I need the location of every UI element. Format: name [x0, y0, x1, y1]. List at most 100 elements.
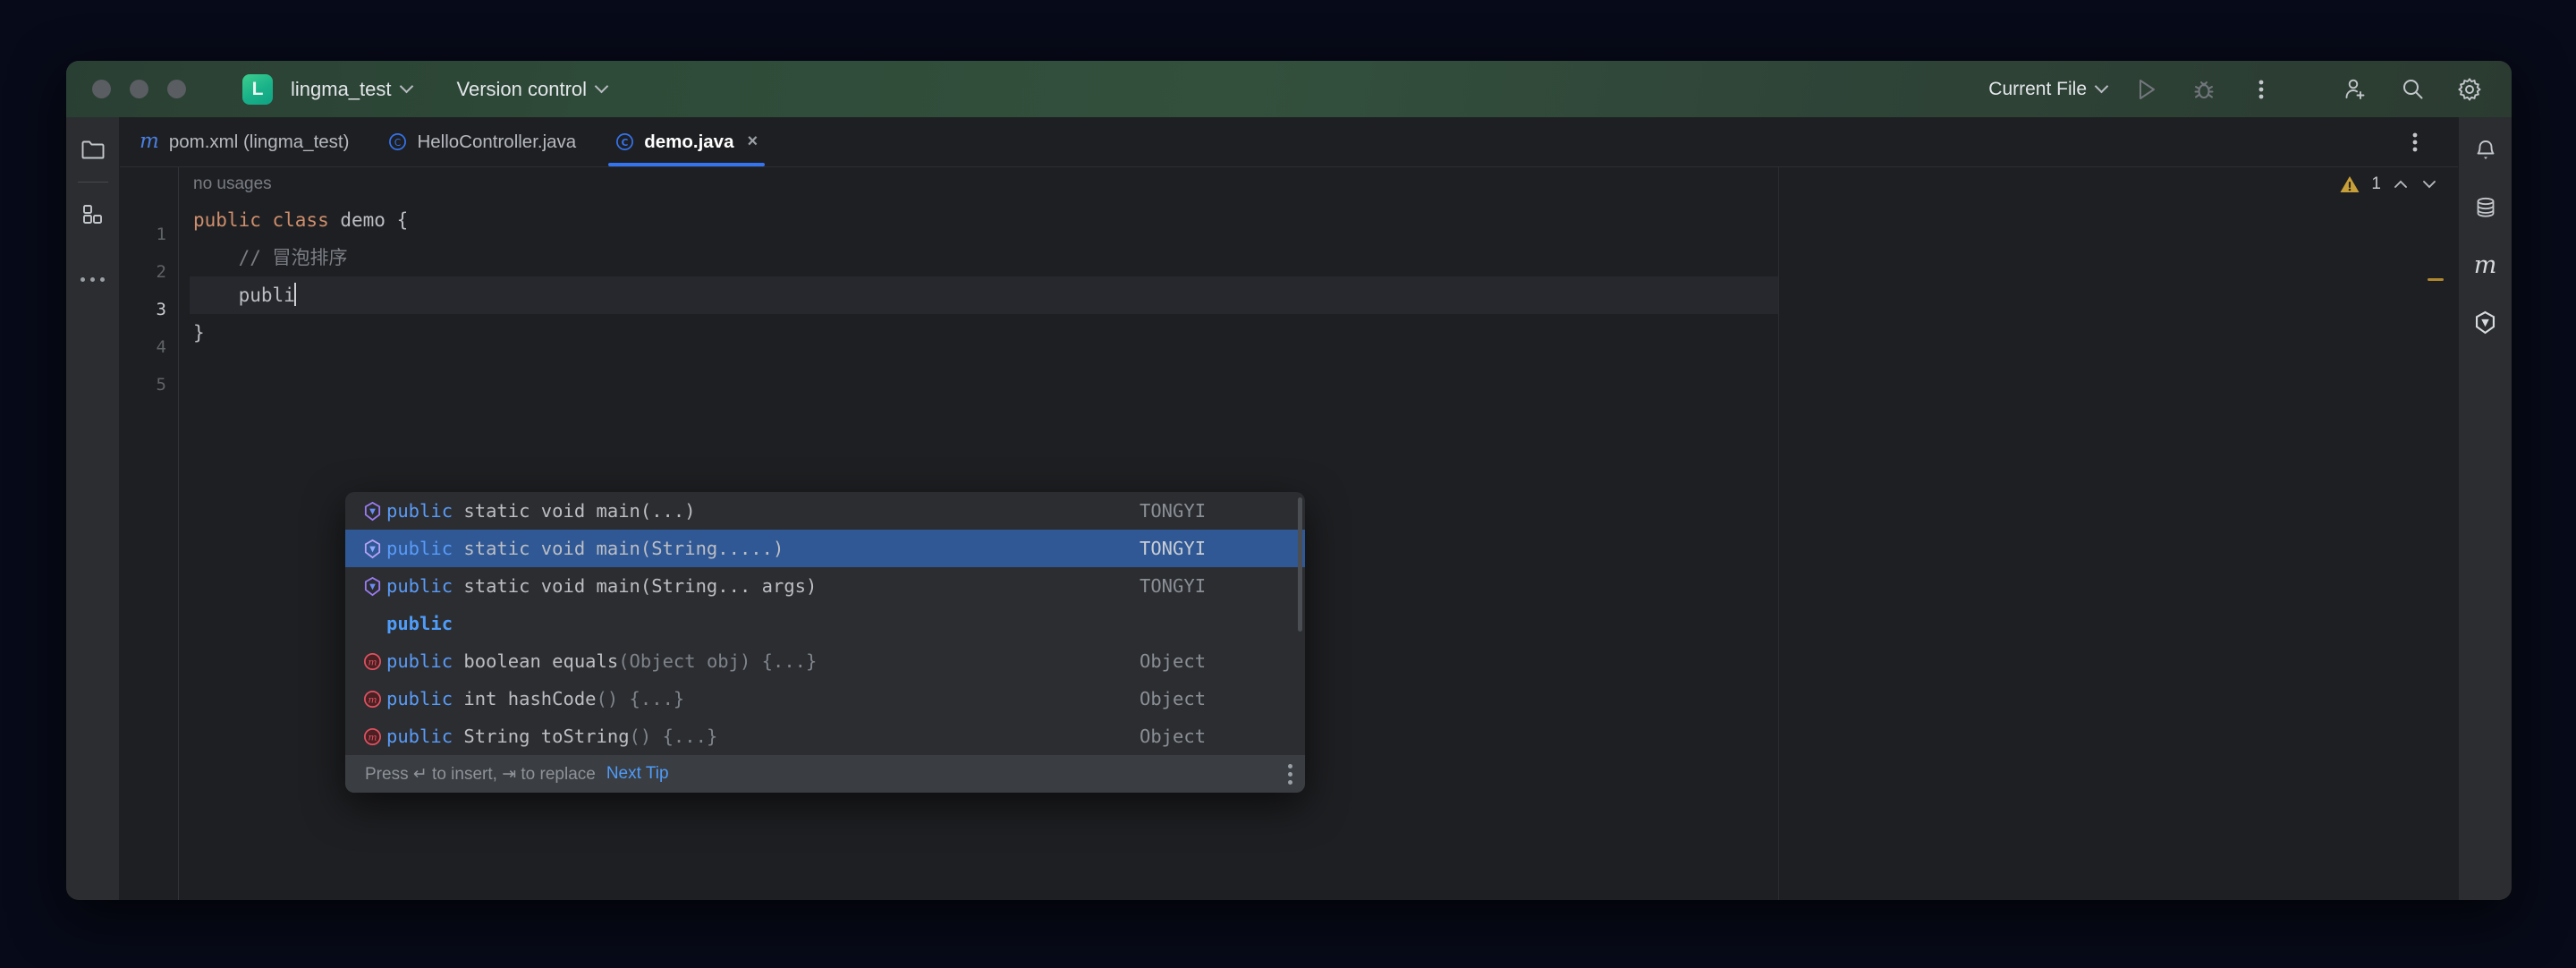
tongyi-icon [358, 501, 386, 522]
editor-tab-strip: m pom.xml (lingma_test) C HelloControlle… [120, 117, 2458, 167]
tab-label: pom.xml (lingma_test) [168, 131, 350, 152]
right-tool-rail: m [2458, 117, 2512, 900]
completion-source: TONGYI [1140, 500, 1207, 522]
minimize-window-button[interactable] [130, 80, 148, 98]
inspection-widget[interactable]: 1 [2339, 174, 2438, 194]
tab-hellocontroller-java[interactable]: C HelloController.java [369, 117, 596, 166]
completion-scrollbar[interactable] [1298, 497, 1302, 632]
lingma-icon [2475, 310, 2496, 334]
close-icon[interactable]: × [748, 132, 758, 152]
completion-source: Object [1140, 688, 1207, 709]
add-collaborator-button[interactable] [2334, 69, 2376, 110]
completion-signature: static void main(String.....) [453, 538, 784, 559]
tab-strip-actions [2386, 117, 2458, 166]
sidebar-item-more[interactable] [73, 259, 113, 299]
ide-window: L lingma_test Version control Current Fi… [66, 61, 2512, 900]
code-line-1: public class demo { [190, 201, 1778, 239]
line-number: 2 [156, 262, 166, 282]
svg-text:C: C [622, 138, 629, 149]
completion-item[interactable]: public static void main(...) TONGYI [345, 492, 1305, 530]
java-class-icon: C [615, 132, 634, 151]
window-controls[interactable] [92, 80, 186, 98]
title-bar: L lingma_test Version control Current Fi… [66, 61, 2512, 117]
code-fold-marker [2428, 278, 2444, 281]
sidebar-item-database[interactable] [2465, 187, 2506, 228]
completion-keyword: public [386, 538, 453, 559]
svg-text:m: m [368, 694, 377, 705]
tongyi-icon [358, 539, 386, 559]
ide-body: m pom.xml (lingma_test) C HelloControlle… [66, 117, 2512, 900]
project-name-label: lingma_test [291, 77, 392, 100]
completion-source: TONGYI [1140, 538, 1207, 559]
code-line-3: publi [190, 276, 1778, 314]
completion-item[interactable]: m public int hashCode() {...} Object [345, 680, 1305, 718]
chevron-up-icon[interactable] [2392, 175, 2410, 193]
java-class-icon: C [388, 132, 407, 151]
editor-column: m pom.xml (lingma_test) C HelloControlle… [120, 117, 2458, 900]
code-completion-popup[interactable]: public static void main(...) TONGYI publ… [345, 492, 1305, 793]
completion-source: Object [1140, 650, 1207, 672]
version-control-dropdown[interactable]: Version control [453, 61, 614, 117]
line-number: 3 [156, 300, 166, 319]
chevron-down-icon [2096, 81, 2109, 94]
tab-demo-java[interactable]: C demo.java × [596, 117, 777, 166]
completion-item[interactable]: public [345, 605, 1305, 642]
code-text: demo { [340, 209, 409, 231]
tab-pom-xml[interactable]: m pom.xml (lingma_test) [120, 117, 369, 166]
completion-hint-text: Press ↵ to insert, ⇥ to replace [365, 764, 596, 784]
code-text: } [193, 322, 205, 344]
completion-keyword: public [386, 650, 453, 672]
completion-signature: static void main(...) [453, 500, 696, 522]
line-number: 4 [156, 337, 166, 357]
completion-item[interactable]: m public String toString() {...} Object [345, 718, 1305, 755]
gear-icon[interactable] [2449, 69, 2490, 110]
sidebar-item-notifications[interactable] [2465, 130, 2506, 171]
code-text: publi [193, 284, 295, 306]
completion-signature: String toString [453, 726, 630, 747]
completion-item-selected[interactable]: public static void main(String.....) TON… [345, 530, 1305, 567]
left-tool-rail [66, 117, 120, 900]
close-window-button[interactable] [92, 80, 111, 98]
tab-label: HelloController.java [417, 131, 577, 152]
project-logo-icon: L [242, 73, 273, 105]
completion-params: () {...} [596, 688, 685, 709]
maven-m-icon: m [2473, 250, 2497, 279]
completion-params: (Object obj) {...} [618, 650, 818, 672]
run-button[interactable] [2126, 69, 2167, 110]
maximize-window-button[interactable] [167, 80, 186, 98]
code-line-4: } [190, 314, 1778, 352]
code-line-2: // 冒泡排序 [190, 239, 1778, 276]
more-vertical-icon[interactable] [1288, 763, 1292, 785]
sidebar-item-maven[interactable]: m [2465, 244, 2506, 285]
completion-item[interactable]: m public boolean equals(Object obj) {...… [345, 642, 1305, 680]
completion-params: () {...} [629, 726, 718, 747]
code-keyword: public class [193, 209, 341, 231]
completion-keyword: public [386, 688, 453, 709]
code-comment: // 冒泡排序 [193, 247, 348, 268]
svg-text:m: m [368, 657, 377, 667]
editor-more-actions-button[interactable] [2394, 122, 2436, 163]
project-name-dropdown[interactable]: lingma_test [287, 61, 418, 117]
completion-keyword: public [386, 726, 453, 747]
run-configuration-selector[interactable]: Current File [1985, 61, 2113, 117]
svg-text:C: C [394, 138, 401, 149]
next-tip-link[interactable]: Next Tip [606, 764, 669, 784]
rail-divider [77, 182, 108, 183]
line-number: 1 [156, 225, 166, 244]
search-icon[interactable] [2392, 69, 2433, 110]
debug-button[interactable] [2183, 69, 2224, 110]
sidebar-item-lingma[interactable] [2465, 301, 2506, 343]
maven-file-icon: m [140, 130, 159, 153]
completion-item[interactable]: public static void main(String... args) … [345, 567, 1305, 605]
chevron-down-icon[interactable] [2420, 175, 2438, 193]
method-icon: m [358, 651, 386, 672]
editor-region[interactable]: 1 2 3 4 5 no usages public class demo { … [120, 167, 2458, 900]
more-actions-button[interactable] [2241, 69, 2282, 110]
completion-keyword: public [386, 500, 453, 522]
completion-signature: static void main(String... args) [453, 575, 818, 597]
completion-source: TONGYI [1140, 575, 1207, 597]
version-control-label: Version control [456, 77, 588, 100]
sidebar-item-project[interactable] [73, 130, 113, 169]
sidebar-item-structure[interactable] [73, 195, 113, 234]
